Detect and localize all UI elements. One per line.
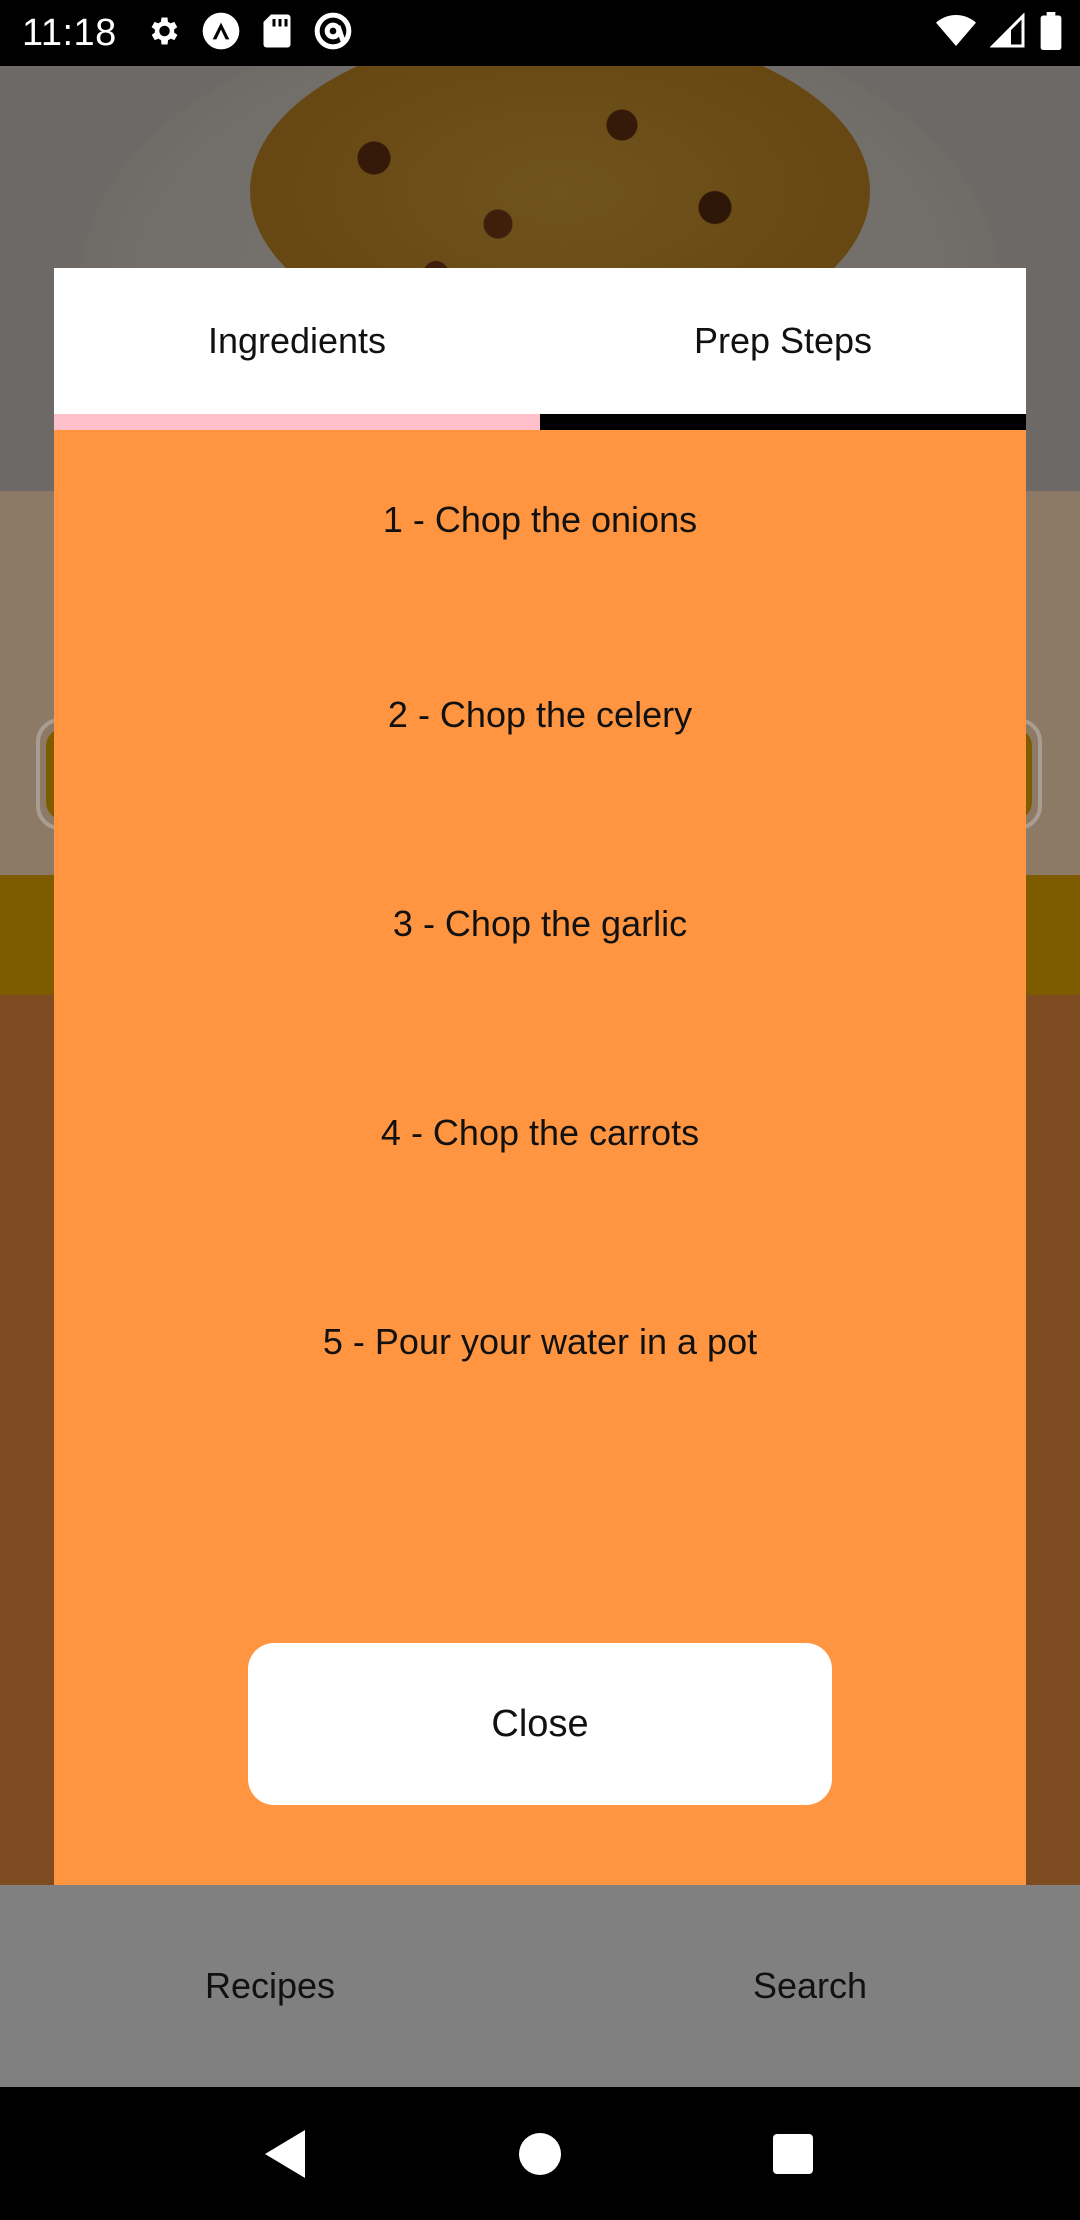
tab-prep-steps[interactable]: Prep Steps bbox=[540, 268, 1026, 414]
recents-icon[interactable] bbox=[753, 2114, 833, 2194]
prep-steps-list: 1 - Chop the onions 2 - Chop the celery … bbox=[54, 430, 1026, 1446]
nav-search[interactable]: Search bbox=[540, 1885, 1080, 2087]
prep-step: 2 - Chop the celery bbox=[387, 693, 693, 735]
bottom-navigation: Recipes Search bbox=[0, 1885, 1080, 2087]
cell-signal-icon bbox=[989, 11, 1026, 54]
system-navigation-bar bbox=[0, 2087, 1080, 2220]
nav-recipes[interactable]: Recipes bbox=[0, 1885, 540, 2087]
a-logo-icon bbox=[201, 11, 241, 56]
status-time: 11:18 bbox=[22, 11, 117, 54]
tab-bar: Ingredients Prep Steps bbox=[54, 268, 1026, 414]
battery-icon bbox=[1040, 11, 1062, 55]
tab-indicator-prep-steps bbox=[540, 414, 1026, 430]
close-button[interactable]: Close bbox=[248, 1643, 832, 1805]
status-icons-right bbox=[936, 0, 1062, 66]
tab-indicator-ingredients bbox=[54, 414, 540, 430]
sd-card-icon bbox=[261, 13, 293, 54]
settings-icon bbox=[145, 13, 181, 54]
status-icons-left bbox=[145, 11, 353, 56]
prep-step: 3 - Chop the garlic bbox=[392, 902, 688, 944]
at-sign-icon bbox=[313, 11, 353, 56]
back-icon[interactable] bbox=[247, 2114, 327, 2194]
prep-step: 5 - Pour your water in a pot bbox=[322, 1320, 758, 1362]
tab-ingredients[interactable]: Ingredients bbox=[54, 268, 540, 414]
prep-step: 1 - Chop the onions bbox=[382, 499, 698, 540]
wifi-icon bbox=[936, 13, 976, 54]
recipe-details-modal: Ingredients Prep Steps 1 - Chop the onio… bbox=[54, 268, 1026, 1885]
prep-step: 4 - Chop the carrots bbox=[380, 1111, 700, 1153]
home-icon[interactable] bbox=[500, 2114, 580, 2194]
status-bar: 11:18 bbox=[0, 0, 1080, 66]
